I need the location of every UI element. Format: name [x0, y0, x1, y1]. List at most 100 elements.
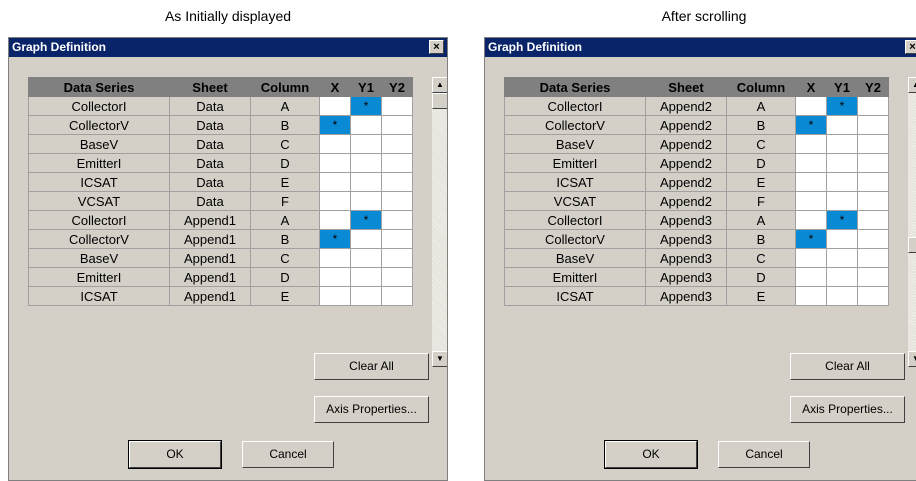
- cancel-button[interactable]: Cancel: [718, 441, 810, 468]
- cell-x-select[interactable]: [795, 286, 827, 306]
- cell-y2-select[interactable]: [857, 286, 889, 306]
- cell-x-select[interactable]: [795, 191, 827, 211]
- cell-y2-select[interactable]: [857, 248, 889, 268]
- cell-x-select[interactable]: [795, 267, 827, 287]
- cell-x-select[interactable]: *: [795, 115, 827, 135]
- table-row[interactable]: CollectorI Append1 A *: [28, 210, 413, 230]
- cell-y1-select[interactable]: [350, 248, 382, 268]
- table-row[interactable]: CollectorV Append1 B *: [28, 229, 413, 249]
- table-row[interactable]: BaseV Append2 C: [504, 134, 889, 154]
- cell-y2-select[interactable]: [857, 172, 889, 192]
- table-row[interactable]: CollectorI Data A *: [28, 96, 413, 116]
- cell-y2-select[interactable]: [857, 115, 889, 135]
- cell-y1-select[interactable]: [826, 229, 858, 249]
- cell-x-select[interactable]: [795, 210, 827, 230]
- table-row[interactable]: BaseV Append3 C: [504, 248, 889, 268]
- table-row[interactable]: ICSAT Append1 E: [28, 286, 413, 306]
- cell-y2-select[interactable]: [381, 115, 413, 135]
- cell-x-select[interactable]: [795, 96, 827, 116]
- cell-y2-select[interactable]: [857, 134, 889, 154]
- cell-y2-select[interactable]: [381, 248, 413, 268]
- scroll-down-icon[interactable]: ▼: [908, 351, 916, 367]
- scroll-thumb[interactable]: [908, 237, 916, 253]
- table-row[interactable]: ICSAT Append2 E: [504, 172, 889, 192]
- table-row[interactable]: EmitterI Append3 D: [504, 267, 889, 287]
- cell-y1-select[interactable]: [826, 172, 858, 192]
- vertical-scrollbar[interactable]: ▲ ▼: [432, 77, 447, 367]
- cell-y2-select[interactable]: [381, 153, 413, 173]
- clear-all-button[interactable]: Clear All: [790, 353, 905, 380]
- cell-y2-select[interactable]: [857, 210, 889, 230]
- close-icon[interactable]: ×: [905, 40, 916, 54]
- scroll-up-icon[interactable]: ▲: [432, 77, 447, 93]
- cell-y2-select[interactable]: [381, 229, 413, 249]
- cell-y1-select[interactable]: [826, 191, 858, 211]
- cell-x-select[interactable]: [319, 210, 351, 230]
- cell-y2-select[interactable]: [381, 210, 413, 230]
- ok-button[interactable]: OK: [128, 440, 222, 469]
- cell-y1-select[interactable]: *: [350, 96, 382, 116]
- table-row[interactable]: CollectorI Append2 A *: [504, 96, 889, 116]
- cell-y1-select[interactable]: [826, 267, 858, 287]
- cell-y2-select[interactable]: [381, 267, 413, 287]
- cell-y1-select[interactable]: [350, 134, 382, 154]
- cell-y1-select[interactable]: [350, 286, 382, 306]
- cell-y2-select[interactable]: [381, 172, 413, 192]
- cell-y2-select[interactable]: [381, 96, 413, 116]
- cell-y2-select[interactable]: [381, 191, 413, 211]
- table-row[interactable]: CollectorI Append3 A *: [504, 210, 889, 230]
- cell-y2-select[interactable]: [857, 191, 889, 211]
- cell-x-select[interactable]: [319, 267, 351, 287]
- table-row[interactable]: EmitterI Append2 D: [504, 153, 889, 173]
- cell-x-select[interactable]: [319, 286, 351, 306]
- cell-x-select[interactable]: *: [795, 229, 827, 249]
- axis-properties-button[interactable]: Axis Properties...: [790, 396, 905, 423]
- clear-all-button[interactable]: Clear All: [314, 353, 429, 380]
- table-row[interactable]: VCSAT Append2 F: [504, 191, 889, 211]
- vertical-scrollbar[interactable]: ▲ ▼: [908, 77, 916, 367]
- cell-x-select[interactable]: [319, 153, 351, 173]
- cell-x-select[interactable]: [319, 96, 351, 116]
- table-row[interactable]: ICSAT Data E: [28, 172, 413, 192]
- cell-y1-select[interactable]: [350, 267, 382, 287]
- cell-y1-select[interactable]: [350, 172, 382, 192]
- cell-x-select[interactable]: [795, 134, 827, 154]
- cell-x-select[interactable]: [319, 172, 351, 192]
- table-row[interactable]: BaseV Data C: [28, 134, 413, 154]
- table-row[interactable]: BaseV Append1 C: [28, 248, 413, 268]
- table-row[interactable]: CollectorV Append2 B *: [504, 115, 889, 135]
- table-row[interactable]: ICSAT Append3 E: [504, 286, 889, 306]
- close-icon[interactable]: ×: [429, 40, 444, 54]
- cell-y2-select[interactable]: [381, 134, 413, 154]
- cell-x-select[interactable]: *: [319, 229, 351, 249]
- cell-y1-select[interactable]: [826, 248, 858, 268]
- table-row[interactable]: EmitterI Data D: [28, 153, 413, 173]
- cell-y1-select[interactable]: [826, 134, 858, 154]
- cell-y1-select[interactable]: *: [826, 96, 858, 116]
- cell-x-select[interactable]: [795, 248, 827, 268]
- axis-properties-button[interactable]: Axis Properties...: [314, 396, 429, 423]
- cell-y1-select[interactable]: [350, 191, 382, 211]
- cell-x-select[interactable]: [319, 248, 351, 268]
- cell-y1-select[interactable]: [350, 153, 382, 173]
- scroll-up-icon[interactable]: ▲: [908, 77, 916, 93]
- scroll-thumb[interactable]: [432, 93, 447, 109]
- cell-x-select[interactable]: [319, 191, 351, 211]
- cell-y1-select[interactable]: *: [826, 210, 858, 230]
- cell-y2-select[interactable]: [857, 267, 889, 287]
- cell-x-select[interactable]: [795, 172, 827, 192]
- cell-y1-select[interactable]: [350, 229, 382, 249]
- cell-y2-select[interactable]: [857, 229, 889, 249]
- cell-x-select[interactable]: [319, 134, 351, 154]
- cell-y1-select[interactable]: [826, 115, 858, 135]
- cell-y2-select[interactable]: [381, 286, 413, 306]
- cell-x-select[interactable]: [795, 153, 827, 173]
- cancel-button[interactable]: Cancel: [242, 441, 334, 468]
- cell-y1-select[interactable]: [826, 286, 858, 306]
- scroll-down-icon[interactable]: ▼: [432, 351, 447, 367]
- cell-y1-select[interactable]: *: [350, 210, 382, 230]
- cell-x-select[interactable]: *: [319, 115, 351, 135]
- cell-y2-select[interactable]: [857, 96, 889, 116]
- cell-y1-select[interactable]: [350, 115, 382, 135]
- table-row[interactable]: VCSAT Data F: [28, 191, 413, 211]
